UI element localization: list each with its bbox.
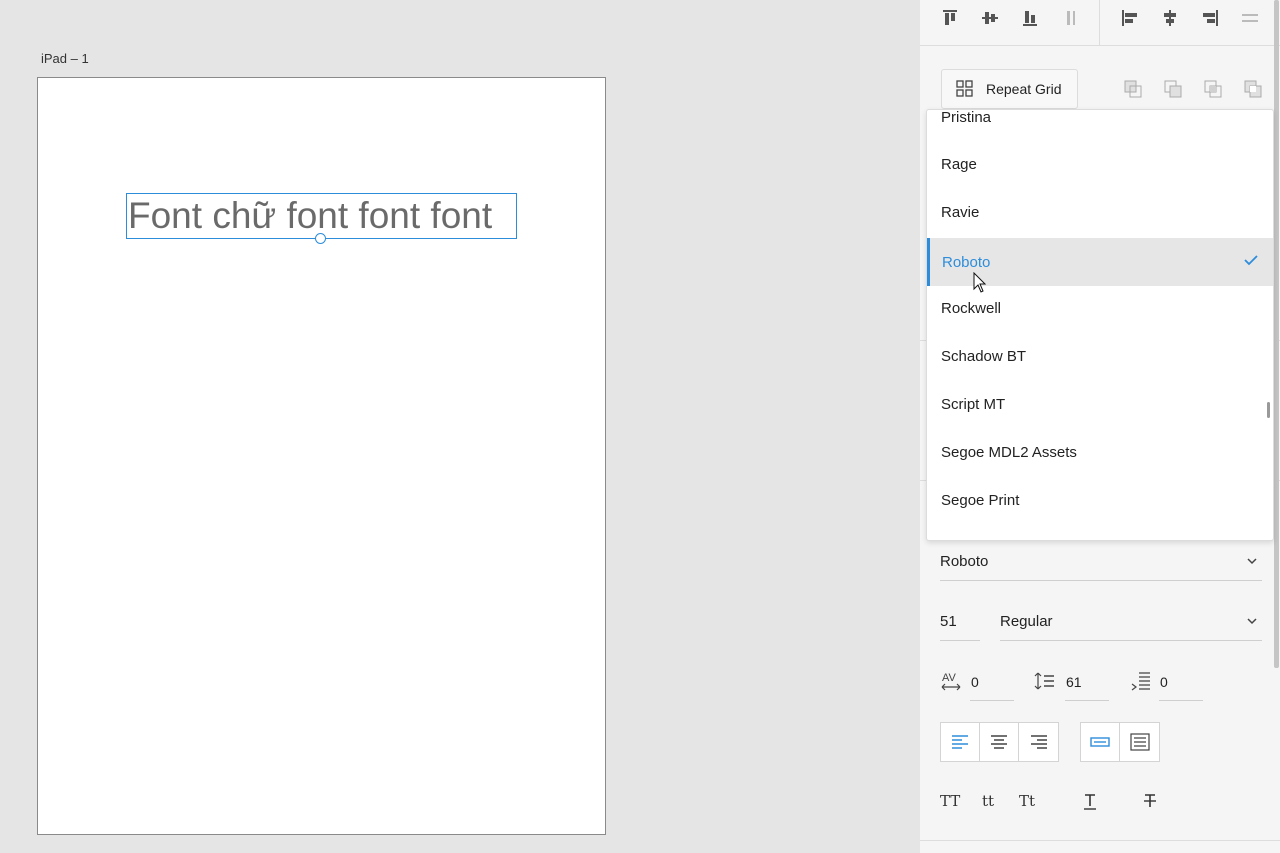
- align-left-icon[interactable]: [1118, 6, 1142, 30]
- exclude-icon[interactable]: [1242, 78, 1264, 100]
- font-weight-value: Regular: [1000, 613, 1053, 630]
- intersect-icon[interactable]: [1202, 78, 1224, 100]
- font-weight-select[interactable]: Regular: [1000, 603, 1262, 641]
- subtract-icon[interactable]: [1122, 78, 1144, 100]
- align-text-left-icon[interactable]: [941, 723, 980, 761]
- artboard-label[interactable]: iPad – 1: [41, 51, 89, 66]
- line-spacing-icon: [1034, 672, 1054, 690]
- font-family-value: Roboto: [940, 553, 989, 570]
- paragraph-spacing-icon: [1131, 672, 1150, 691]
- checkmark-icon: [1244, 255, 1258, 266]
- font-option[interactable]: Segoe Print: [927, 476, 1273, 524]
- font-option[interactable]: Script MT: [927, 380, 1273, 428]
- font-option[interactable]: Pristina: [927, 110, 1273, 141]
- grid-icon: [956, 80, 973, 97]
- strikethrough-icon[interactable]: [1142, 790, 1158, 812]
- align-middle-icon[interactable]: [978, 6, 1002, 30]
- add-icon[interactable]: [1162, 78, 1184, 100]
- uppercase-button[interactable]: TT: [940, 790, 960, 812]
- font-option-label: Roboto: [942, 253, 991, 271]
- text-box-type-group: [1080, 722, 1160, 762]
- underline-icon[interactable]: [1082, 790, 1098, 812]
- align-top-icon[interactable]: [938, 6, 962, 30]
- fixed-size-text-icon[interactable]: [1120, 723, 1159, 761]
- titlecase-button[interactable]: Tt: [1019, 790, 1035, 812]
- distribute-vertical-icon[interactable]: [1058, 6, 1082, 30]
- dropdown-scrollbar[interactable]: [1267, 402, 1270, 418]
- selected-text-layer[interactable]: Font chữ font font font: [126, 193, 517, 244]
- auto-width-text-icon[interactable]: [1081, 723, 1120, 761]
- chevron-down-icon: [1247, 558, 1257, 565]
- line-spacing-input[interactable]: 61: [1065, 663, 1109, 701]
- font-option[interactable]: Rage: [927, 140, 1273, 188]
- distribute-horizontal-icon[interactable]: [1238, 6, 1262, 30]
- align-text-center-icon[interactable]: [980, 723, 1019, 761]
- character-spacing-input[interactable]: 0: [970, 663, 1014, 701]
- lowercase-button[interactable]: tt: [982, 790, 994, 812]
- svg-text:AV: AV: [942, 672, 957, 684]
- font-family-select[interactable]: Roboto: [940, 543, 1262, 581]
- resize-handle[interactable]: [315, 233, 326, 244]
- align-toolbar: [920, 0, 1280, 46]
- font-family-dropdown[interactable]: Pristina Rage Ravie Roboto Rockwell Scha…: [926, 109, 1274, 541]
- align-center-icon[interactable]: [1158, 6, 1182, 30]
- align-right-icon[interactable]: [1198, 6, 1222, 30]
- design-canvas[interactable]: iPad – 1 Font chữ font font font: [0, 0, 920, 853]
- repeat-grid-label: Repeat Grid: [986, 81, 1062, 97]
- panel-bottom-bar: [920, 840, 1280, 853]
- mouse-cursor-icon: [973, 272, 987, 293]
- align-bottom-icon[interactable]: [1018, 6, 1042, 30]
- chevron-down-icon: [1247, 618, 1257, 625]
- font-option[interactable]: Schadow BT: [927, 332, 1273, 380]
- paragraph-spacing-input[interactable]: 0: [1159, 663, 1203, 701]
- align-text-right-icon[interactable]: [1019, 723, 1058, 761]
- font-option[interactable]: Ravie: [927, 188, 1273, 236]
- artboard[interactable]: Font chữ font font font: [37, 77, 606, 835]
- character-spacing-icon: AV: [941, 672, 961, 691]
- font-option[interactable]: Segoe MDL2 Assets: [927, 428, 1273, 476]
- repeat-grid-button[interactable]: Repeat Grid: [941, 69, 1078, 109]
- text-align-group: [940, 722, 1059, 762]
- font-size-input[interactable]: 51: [940, 603, 980, 641]
- text-layer-content[interactable]: Font chữ font font font: [128, 195, 492, 237]
